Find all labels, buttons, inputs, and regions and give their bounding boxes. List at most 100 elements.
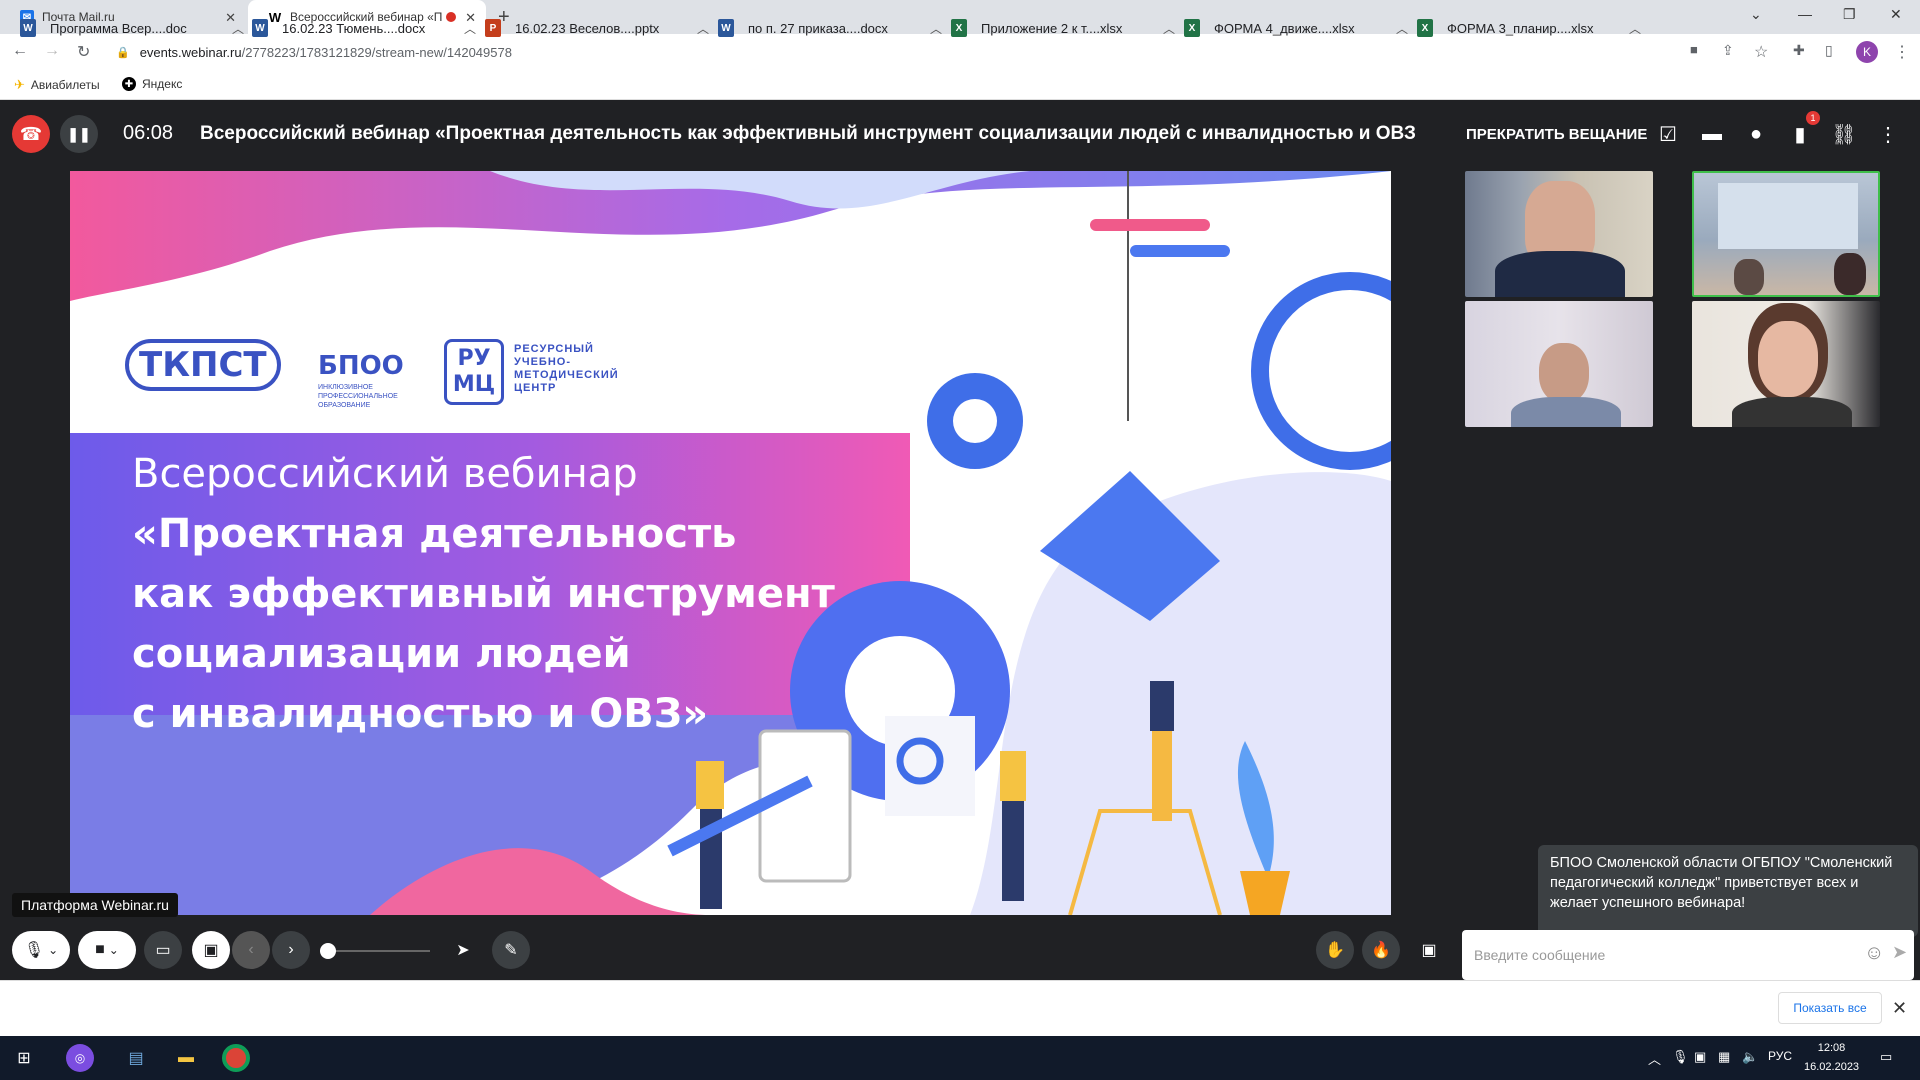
next-slide-button[interactable]: › <box>272 931 310 969</box>
emoji-icon[interactable]: ☺ <box>1864 942 1884 965</box>
tray-volume-icon[interactable]: 🔈 <box>1742 1049 1758 1065</box>
chevron-up-icon[interactable]: ︿ <box>697 20 709 37</box>
stop-broadcast-button[interactable]: ПРЕКРАТИТЬ ВЕЩАНИЕ <box>1466 126 1647 143</box>
slide-title-line-2: «Проектная деятельность <box>132 511 737 557</box>
tray-chevron-icon[interactable]: ︿ <box>1648 1049 1661 1068</box>
send-icon[interactable]: ➤ <box>1892 942 1907 963</box>
word-file-icon: W <box>20 19 36 37</box>
bookmark-yandex[interactable]: ✚ Яндекс <box>122 77 182 91</box>
word-file-icon: W <box>718 19 734 37</box>
download-item[interactable]: X ФОРМА 4_движе....xlsx ︿ <box>1184 14 1414 42</box>
pause-button[interactable]: ❚❚ <box>60 115 98 153</box>
more-options-icon[interactable]: ⋮ <box>1875 121 1901 147</box>
presentation-mode-button[interactable]: ▣ <box>192 931 230 969</box>
participant-body <box>1495 251 1625 297</box>
clock-time: 12:08 <box>1817 1042 1846 1054</box>
slide-zoom-slider[interactable] <box>320 950 430 952</box>
participant-face <box>1758 321 1818 397</box>
lock-icon: 🔒 <box>116 46 130 59</box>
participant-video-4[interactable] <box>1692 301 1880 427</box>
hand-icon: ✋ <box>1325 942 1345 959</box>
slide-title-line-4: социализации людей <box>132 631 631 677</box>
chevron-left-icon: ‹ <box>248 941 254 958</box>
menu-dots-icon[interactable]: ⋮ <box>1894 42 1910 62</box>
windows-start-icon[interactable]: ⊞ <box>10 1044 38 1072</box>
participant-body <box>1511 397 1621 427</box>
screen-share-icon: ▭ <box>155 942 171 959</box>
reactions-button[interactable]: 🔥 <box>1362 931 1400 969</box>
layout-button[interactable]: ▣ <box>1410 931 1448 969</box>
restore-icon[interactable]: ❐ <box>1843 6 1856 23</box>
reload-icon[interactable]: ↻ <box>77 42 90 62</box>
files-icon[interactable]: ▮ <box>1787 121 1813 147</box>
chevron-up-icon[interactable]: ︿ <box>1396 20 1408 37</box>
download-item[interactable]: W 16.02.23 Тюмень....docx ︿ <box>252 14 482 42</box>
tab-search-chevron-icon[interactable]: ⌄ <box>1750 6 1762 23</box>
end-call-button[interactable]: ☎ <box>12 115 50 153</box>
address-bar[interactable]: 🔒 events.webinar.ru/2778223/1783121829/s… <box>108 38 1708 66</box>
raise-hand-button[interactable]: ✋ <box>1316 931 1354 969</box>
window-close-icon[interactable]: ✕ <box>1890 6 1902 23</box>
side-panel-icon[interactable]: ▯ <box>1825 42 1833 59</box>
camera-button[interactable]: ■ ⌄ <box>78 931 136 969</box>
pointer-button[interactable]: ➤ <box>444 931 482 969</box>
alice-assistant-icon[interactable]: ◎ <box>66 1044 94 1072</box>
chat-placeholder: Введите сообщение <box>1474 947 1606 963</box>
presentation-icon: ▣ <box>203 942 219 959</box>
notifications-icon[interactable]: ▭ <box>1880 1049 1892 1065</box>
taskbar-clock[interactable]: 12:08 16.02.2023 <box>1804 1039 1859 1077</box>
chat-input[interactable]: Введите сообщение ☺ ➤ <box>1462 930 1914 980</box>
screen-share-button[interactable]: ▭ <box>144 931 182 969</box>
file-explorer-icon[interactable]: ▬ <box>172 1044 200 1072</box>
camera-icon[interactable]: ■ <box>1690 42 1698 57</box>
chevron-up-icon[interactable]: ︿ <box>1629 20 1641 37</box>
slide-zoom-handle[interactable] <box>320 943 336 959</box>
notification-badge: 1 <box>1806 111 1820 125</box>
app-icon[interactable]: ▤ <box>122 1044 150 1072</box>
profile-avatar[interactable]: K <box>1856 41 1878 63</box>
download-item[interactable]: W Программа Всер....doc ︿ <box>20 14 250 42</box>
minimize-icon[interactable]: — <box>1798 6 1812 22</box>
tasks-checkbox-icon[interactable]: ☑ <box>1655 121 1681 147</box>
download-item[interactable]: Wпо п. 27 приказа....docx ︿ <box>718 14 948 42</box>
participant-face <box>1539 343 1589 403</box>
chrome-icon[interactable] <box>222 1044 250 1072</box>
back-icon[interactable]: ← <box>12 42 28 60</box>
forward-icon[interactable]: → <box>44 42 60 60</box>
close-downloads-icon[interactable]: ✕ <box>1892 998 1907 1019</box>
bookmark-aviabilety[interactable]: ✈ Авиабилеты <box>14 77 100 93</box>
chevron-down-icon: ⌄ <box>108 943 119 957</box>
participants-icon[interactable]: ● <box>1743 121 1769 147</box>
draw-tool-button[interactable]: ✎ <box>492 931 530 969</box>
show-all-downloads-button[interactable]: Показать все <box>1778 992 1882 1024</box>
chevron-up-icon[interactable]: ︿ <box>232 20 244 37</box>
rumc-logo: РУ МЦ <box>444 339 504 405</box>
chevron-up-icon[interactable]: ︿ <box>1163 20 1175 37</box>
microphone-button[interactable]: 🎙 ⌄ <box>12 931 70 969</box>
download-item[interactable]: P 16.02.23 Веселов....pptx ︿ <box>485 14 715 42</box>
bookmarks-bar: ✈ Авиабилеты ✚ Яндекс <box>0 70 1920 100</box>
download-item[interactable]: X Приложение 2 к т....xlsx ︿ <box>951 14 1181 42</box>
chat-icon[interactable]: ▬ <box>1699 121 1725 147</box>
windows-taskbar: ⊞ ◎ ▤ ▬ ︿ 🎙 ▣ ▦ 🔈 РУС 12:08 16.02.2023 ▭ <box>0 1036 1920 1080</box>
download-item[interactable]: X ФОРМА 3_планир....xlsx ︿ <box>1417 14 1647 42</box>
chevron-up-icon[interactable]: ︿ <box>930 20 942 37</box>
bookmark-star-icon[interactable]: ☆ <box>1754 42 1768 62</box>
participant-video-3[interactable] <box>1465 301 1653 427</box>
participant-video-1[interactable] <box>1465 171 1653 297</box>
clock-date: 16.02.2023 <box>1804 1061 1860 1073</box>
platform-tooltip: Платформа Webinar.ru <box>12 893 178 917</box>
previous-slide-button[interactable]: ‹ <box>232 931 270 969</box>
chevron-up-icon[interactable]: ︿ <box>464 20 476 37</box>
link-icon[interactable]: ⛓ <box>1831 121 1857 147</box>
tray-network-icon[interactable]: ▦ <box>1718 1049 1730 1065</box>
tray-mic-icon[interactable]: 🎙 <box>1672 1049 1689 1065</box>
tray-monitor-icon[interactable]: ▣ <box>1694 1049 1706 1065</box>
word-file-icon: W <box>252 19 268 37</box>
participant-video-2[interactable] <box>1692 171 1880 297</box>
extensions-icon[interactable]: ✚ <box>1793 42 1805 59</box>
language-indicator[interactable]: РУС <box>1768 1049 1792 1063</box>
microphone-icon: 🎙 <box>23 942 45 959</box>
slide-title-line-1: Всероссийский вебинар <box>132 451 638 497</box>
share-icon[interactable]: ⇪ <box>1722 42 1734 59</box>
